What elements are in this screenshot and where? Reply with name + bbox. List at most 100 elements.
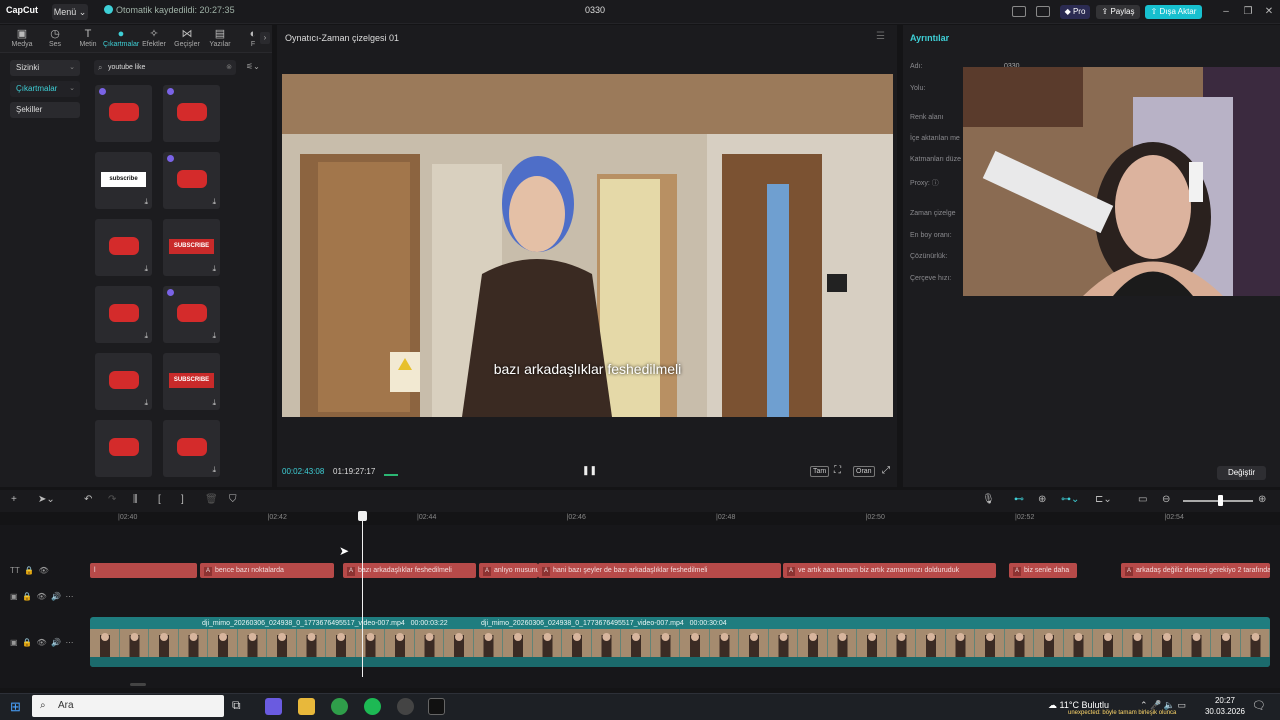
download-icon[interactable]: ⤓ [144,398,148,408]
zoom-in-icon[interactable]: ⊕ [1258,494,1266,505]
caption-clip[interactable]: Ahani bazı şeyler de bazı arkadaşlıklar … [538,563,781,578]
download-icon[interactable]: ⤓ [212,465,216,475]
crop-icon[interactable]: ⛶ [834,465,841,476]
close-icon[interactable]: ✕ [1261,5,1277,19]
file-explorer-icon[interactable] [298,698,315,715]
split-right-icon[interactable]: ] [181,494,184,505]
obs-icon[interactable] [397,698,414,715]
split-icon[interactable]: ⫼ [133,494,138,505]
sticker-search-input[interactable]: ⌕ youtube like ⊗ [94,60,236,75]
tray-icons[interactable]: ⌃ 🎤 🔈 ▭ [1140,700,1186,711]
download-icon[interactable]: ⤓ [144,197,148,207]
caption-clip[interactable]: Abiz senle daha [1009,563,1077,578]
split-view-icon[interactable]: ⊏⌄ [1095,494,1112,505]
spotify-icon[interactable] [364,698,381,715]
playhead[interactable] [362,511,363,677]
pause-button[interactable]: ❚❚ [582,465,597,476]
category-item[interactable]: Sizinki ⌄ [10,60,80,76]
select-tool-icon[interactable]: ➤⌄ [38,494,55,505]
player-menu-icon[interactable]: ☰ [876,31,885,42]
more-icon[interactable]: ⋯ [65,592,73,601]
download-icon[interactable]: ⤓ [144,264,148,274]
lock-icon[interactable]: 🔒 [22,638,32,647]
category-item[interactable]: Şekiller [10,102,80,118]
marker-icon[interactable]: ⛉ [229,494,237,505]
notification-icon[interactable]: 🗨 [1252,699,1266,712]
tab-text[interactable]: T Metin [70,28,106,52]
sticker-item[interactable]: SUBSCRIBE ⤓ [163,353,220,410]
sticker-item[interactable]: subscribe ⤓ [95,152,152,209]
lock-icon[interactable]: 🔒 [22,592,32,601]
magnet-icon[interactable]: ⊷ [1014,494,1024,505]
download-icon[interactable]: ⤓ [212,197,216,207]
caption-clip[interactable]: l [90,563,197,578]
more-icon[interactable]: ⋯ [65,638,73,647]
task-view-icon[interactable]: ⧉ [232,698,249,715]
sticker-item[interactable] [95,420,152,477]
download-icon[interactable]: ⤓ [212,398,216,408]
caption-clip[interactable]: Aarkadaş değiliz demesi gerekiyo 2 taraf… [1121,563,1270,578]
sticker-item[interactable]: ⤓ [95,286,152,343]
eye-icon[interactable]: 👁 [36,592,46,601]
lock-icon[interactable]: 🔒 [24,566,34,575]
clear-search-icon[interactable]: ⊗ [226,60,232,75]
taskbar-search-input[interactable]: ⌕ Ara [32,695,224,717]
sticker-item[interactable]: ⤓ [95,353,152,410]
category-item[interactable]: Çıkartmalar ⌄ [10,81,80,97]
export-button[interactable]: ⇧ Dışa Aktar [1145,5,1202,19]
eye-icon[interactable]: 👁 [39,566,49,575]
redo-icon[interactable]: ↷ [108,494,116,505]
tab-captions[interactable]: ▤ Yazılar [202,28,238,52]
caption-clip[interactable]: Abence bazı noktalarda [200,563,334,578]
sticker-item[interactable] [95,85,152,142]
sticker-item[interactable]: ⤓ [163,420,220,477]
sticker-item[interactable]: ⤓ [163,286,220,343]
windows-start-icon[interactable]: ⊞ [10,699,21,715]
fullscreen-icon[interactable]: ⤢ [882,465,890,476]
tab-effects[interactable]: ✧ Efektler [136,28,172,52]
layout-icon[interactable] [1012,6,1026,17]
download-icon[interactable]: ⤓ [212,264,216,274]
caption-clip[interactable]: Ave artık aaa tamam biz artık zamanımızı… [783,563,996,578]
full-quality-button[interactable]: Tam [810,466,830,477]
caption-clip[interactable]: Aanlıyo musunu [479,563,538,578]
download-icon[interactable]: ⤓ [212,331,216,341]
zoom-handle[interactable] [1218,495,1223,506]
undo-icon[interactable]: ↶ [84,494,92,505]
volume-icon[interactable]: 🔊 [51,592,61,601]
eye-icon[interactable]: 👁 [36,638,46,647]
playhead-handle[interactable] [358,511,367,521]
tab-media[interactable]: ▣ Medya [4,28,40,52]
sticker-item[interactable]: ⤓ [95,219,152,276]
link-icon[interactable]: ⊕ [1038,494,1046,505]
tab-audio[interactable]: ◷ Ses [37,28,73,52]
tabs-scroll-icon[interactable]: › [260,32,270,44]
menu-button[interactable]: Menü ⌄ [52,4,88,20]
tab-sticker[interactable]: ● Çıkartmalar [103,28,139,52]
fit-icon[interactable]: ▭ [1138,494,1147,505]
sticker-item[interactable] [163,85,220,142]
pro-button[interactable]: ◆ Pro [1060,5,1090,19]
chrome-icon[interactable] [331,698,348,715]
sticker-item[interactable]: SUBSCRIBE ⤓ [163,219,220,276]
delete-icon[interactable]: 🗑 [205,494,218,505]
split-left-icon[interactable]: [ [158,494,161,505]
sticker-item[interactable]: ⤓ [163,152,220,209]
timeline-scrollbar[interactable] [130,683,146,686]
copilot-icon[interactable] [265,698,282,715]
add-track-icon[interactable]: + [11,494,17,505]
change-button[interactable]: Değiştir [1217,466,1266,480]
volume-icon[interactable]: 🔊 [51,638,61,647]
video-preview[interactable]: bazı arkadaşlıklar feshedilmeli [282,74,893,417]
zoom-out-icon[interactable]: ⊖ [1162,494,1170,505]
maximize-icon[interactable]: ❐ [1240,5,1256,19]
capcut-taskbar-icon[interactable] [428,698,445,715]
share-button[interactable]: ⇪ Paylaş [1096,5,1140,19]
mic-icon[interactable]: 🎙 [982,494,995,505]
shortcut-icon[interactable] [1036,6,1050,17]
minimize-icon[interactable]: – [1218,5,1234,19]
tab-transitions[interactable]: ⋈ Geçişler [169,28,205,52]
download-icon[interactable]: ⤓ [144,331,148,341]
preview-axis-icon[interactable]: ⊶⌄ [1061,494,1079,505]
taskbar-clock[interactable]: 20:27 30.03.2026 [1204,695,1246,717]
